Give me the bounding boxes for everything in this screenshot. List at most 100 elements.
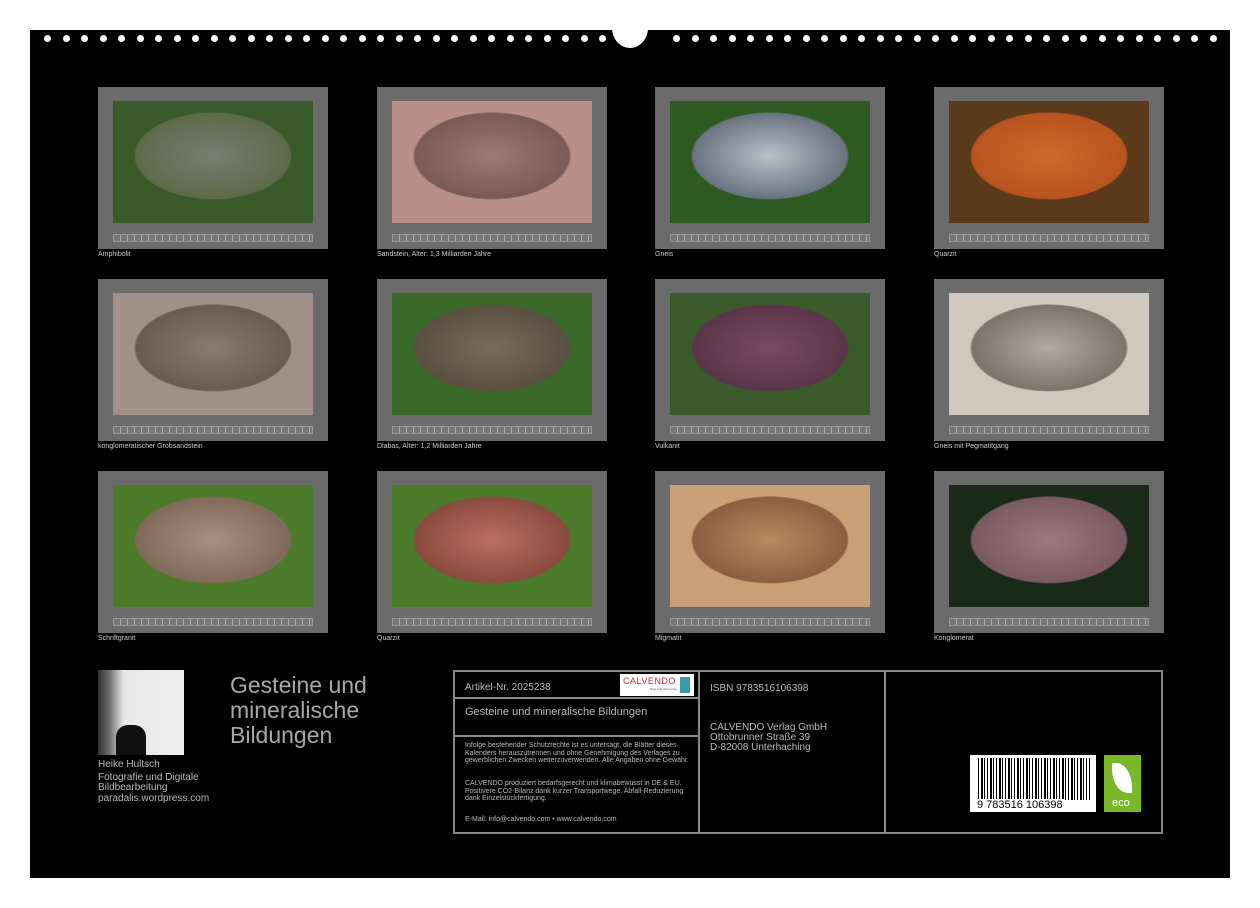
binding-hole [803, 35, 810, 42]
photo-frame: Sandstein, Alter: 1,3 Milliarden Jahre [377, 87, 607, 249]
binding-hole [1136, 35, 1143, 42]
binding-hole [969, 35, 976, 42]
photo-caption: Schriftgranit [98, 635, 135, 642]
binding-hole [1117, 35, 1124, 42]
book-title: Gesteine und mineralische Bildungen [465, 706, 647, 718]
photo-caption: konglomeratischer Grobsandstein [98, 443, 203, 450]
binding-hole [155, 35, 162, 42]
binding-hole [599, 35, 606, 42]
binding-hole [766, 35, 773, 42]
binding-hole [63, 35, 70, 42]
binding-hole [229, 35, 236, 42]
rock-photo [392, 293, 592, 415]
binding-hole [488, 35, 495, 42]
publisher-city: D-82008 Unterhaching [710, 742, 811, 753]
binding-hole [951, 35, 958, 42]
binding-hole [858, 35, 865, 42]
photo-caption: Sandstein, Alter: 1,3 Milliarden Jahre [377, 251, 491, 258]
month-strip [670, 426, 870, 434]
photo-caption: Gneis mit Pegmatitgang [934, 443, 1009, 450]
photo-frame: Schriftgranit [98, 471, 328, 633]
binding-hole [507, 35, 514, 42]
photo-frame: konglomeratischer Grobsandstein [98, 279, 328, 441]
binding-hole [396, 35, 403, 42]
rock-photo [949, 101, 1149, 223]
binding-hole [192, 35, 199, 42]
binding-hole [248, 35, 255, 42]
binding-hole [81, 35, 88, 42]
binding-hole [562, 35, 569, 42]
month-strip [113, 234, 313, 242]
binding-hole [1043, 35, 1050, 42]
binding-hole [285, 35, 292, 42]
binding-hole [1210, 35, 1217, 42]
rock-photo [949, 293, 1149, 415]
calendar-back-cover: Amphibolit Sandstein, Alter: 1,3 Milliard… [30, 30, 1230, 878]
month-strip [949, 234, 1149, 242]
binding-hole [1173, 35, 1180, 42]
photo-caption: Konglomerat [934, 635, 974, 642]
binding-hole [470, 35, 477, 42]
binding-hole [544, 35, 551, 42]
binding-hole [581, 35, 588, 42]
rock-photo [113, 101, 313, 223]
month-strip [392, 618, 592, 626]
binding-hole [692, 35, 699, 42]
photo-caption: Migmatit [655, 635, 681, 642]
binding-hole [673, 35, 680, 42]
binding-hole [932, 35, 939, 42]
leaf-icon [1112, 763, 1132, 793]
photo-caption: Diabas, Alter: 1,2 Milliarden Jahre [377, 443, 482, 450]
month-strip [113, 618, 313, 626]
photo-frame: Konglomerat [934, 471, 1164, 633]
binding-hole [137, 35, 144, 42]
binding-hole [1025, 35, 1032, 42]
binding-hole [895, 35, 902, 42]
rock-photo [949, 485, 1149, 607]
photo-caption: Quarzit [377, 635, 400, 642]
binding-hole [914, 35, 921, 42]
binding-hole [747, 35, 754, 42]
photo-frame: Amphibolit [98, 87, 328, 249]
author-website[interactable]: paradalis.wordpress.com [98, 793, 209, 804]
contact-info: E-Mail: info@calvendo.com • www.calvendo… [465, 816, 617, 823]
rock-photo [670, 293, 870, 415]
binding-hole [377, 35, 384, 42]
binding-hole [988, 35, 995, 42]
binding-hole [877, 35, 884, 42]
author-photo [98, 670, 184, 755]
hanger-notch [612, 8, 648, 48]
month-strip [392, 426, 592, 434]
binding-hole [211, 35, 218, 42]
photo-caption: Gneis [655, 251, 673, 258]
month-strip [392, 234, 592, 242]
binding-hole [784, 35, 791, 42]
binding-hole [414, 35, 421, 42]
binding-hole [433, 35, 440, 42]
binding-hole [44, 35, 51, 42]
barcode-number: 9 783516 106398 [975, 799, 1065, 811]
binding-hole [1099, 35, 1106, 42]
binding-hole [729, 35, 736, 42]
binding-hole [100, 35, 107, 42]
month-strip [670, 234, 870, 242]
binding-hole [840, 35, 847, 42]
binding-hole [340, 35, 347, 42]
photo-frame: Quarzit [377, 471, 607, 633]
eco-badge: eco [1104, 755, 1141, 812]
binding-hole [1154, 35, 1161, 42]
eco-notice: CALVENDO produziert bedarfsgerecht und k… [465, 780, 697, 803]
binding-hole [266, 35, 273, 42]
author-role: Fotografie und Digitale Bildbearbeitung [98, 773, 218, 793]
rock-photo [113, 485, 313, 607]
month-strip [113, 426, 313, 434]
article-number: Artikel-Nr. 2025238 [465, 682, 551, 693]
binding-hole [322, 35, 329, 42]
photo-caption: Vulkanit [655, 443, 680, 450]
barcode: 9 783516 106398 [970, 755, 1096, 812]
month-strip [949, 426, 1149, 434]
binding-hole [525, 35, 532, 42]
legal-notice: Infolge bestehender Schutzrechte ist es … [465, 742, 695, 765]
binding-hole [174, 35, 181, 42]
binding-hole [359, 35, 366, 42]
